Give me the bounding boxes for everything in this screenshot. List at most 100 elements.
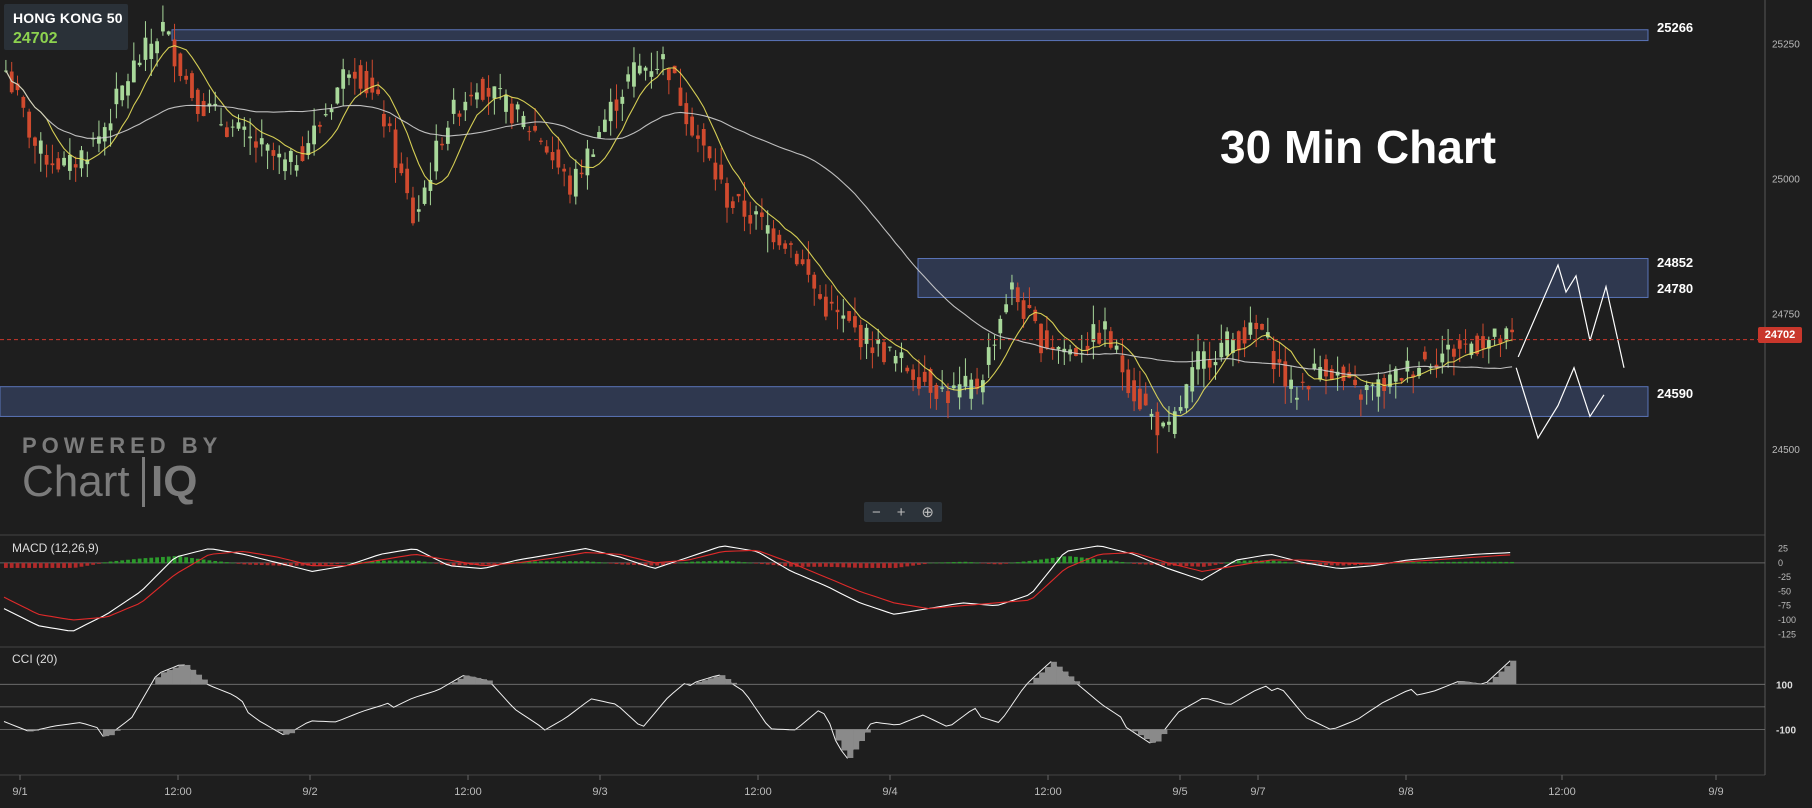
candle-body xyxy=(492,86,497,99)
candle-body xyxy=(1364,385,1369,391)
macd-histogram-bar xyxy=(341,562,346,564)
macd-histogram-bar xyxy=(696,561,700,564)
macd-histogram-bar xyxy=(1126,562,1131,564)
x-tick-label: 12:00 xyxy=(1034,786,1062,798)
macd-histogram-bar xyxy=(986,562,991,564)
macd-histogram-bar xyxy=(928,562,933,564)
candle-body xyxy=(288,150,293,162)
macd-histogram-bar xyxy=(1504,561,1509,564)
cci-fill-oversold xyxy=(1132,729,1139,732)
macd-histogram-bar xyxy=(887,562,892,568)
candle-body xyxy=(678,87,683,106)
candle-body xyxy=(1440,353,1445,363)
zoom-reset-button[interactable]: ⊕ xyxy=(921,503,934,521)
macd-histogram-bar xyxy=(143,558,148,564)
zoom-in-button[interactable]: + xyxy=(897,504,906,521)
sr-zone-1 xyxy=(917,258,1649,298)
cci-fill-overbought xyxy=(184,664,191,685)
candle-body xyxy=(585,148,590,176)
candle-body xyxy=(998,318,1003,334)
cci-fill-overbought xyxy=(1463,681,1470,685)
macd-histogram-bar xyxy=(1417,562,1421,564)
candle-body xyxy=(1178,407,1183,411)
zoom-out-button[interactable]: − xyxy=(872,504,881,521)
x-tick-label: 9/5 xyxy=(1172,786,1187,798)
candle-body xyxy=(382,113,386,127)
candle-body xyxy=(143,37,148,60)
macd-histogram-bar xyxy=(56,562,61,568)
macd-histogram-bar xyxy=(1242,560,1247,564)
cci-fill-oversold xyxy=(847,729,854,758)
cci-fill-overbought xyxy=(1033,677,1040,685)
x-tick-label: 12:00 xyxy=(164,786,192,798)
candle-body xyxy=(451,99,456,114)
cci-fill-overbought xyxy=(1486,682,1494,685)
x-tick-label: 9/8 xyxy=(1398,786,1413,798)
macd-histogram-bar xyxy=(73,562,78,568)
cci-fill-overbought xyxy=(1492,676,1499,685)
cci-tick-label: -100 xyxy=(1776,725,1796,736)
zoom-controls: − + ⊕ xyxy=(864,502,942,522)
candle-body xyxy=(1463,343,1468,345)
macd-panel-label[interactable]: MACD (12,26,9) xyxy=(12,541,99,555)
candle-body xyxy=(329,108,334,113)
macd-histogram-bar xyxy=(1021,561,1026,564)
macd-histogram-bar xyxy=(393,560,398,564)
macd-histogram-bar xyxy=(1492,561,1497,564)
macd-histogram-bar xyxy=(649,562,654,566)
chart-canvas[interactable]: 25250 25000 24750 24500 25 0 -25 -50 -75 -100 -125… xyxy=(0,0,1812,808)
macd-histogram-bar xyxy=(114,560,119,564)
macd-histogram-bar xyxy=(1324,562,1328,566)
macd-histogram-bar xyxy=(573,561,578,564)
macd-tick-label: -75 xyxy=(1778,601,1791,611)
candle-body xyxy=(521,115,526,128)
candle-body xyxy=(1190,367,1195,392)
macd-histogram-bar xyxy=(701,561,706,564)
macd-histogram-bar xyxy=(44,562,49,568)
cci-fill-overbought xyxy=(469,676,476,685)
macd-histogram-bar xyxy=(335,562,340,565)
macd-histogram-bar xyxy=(329,562,334,565)
cci-fill-oversold xyxy=(544,729,551,731)
candle-body xyxy=(823,296,828,317)
macd-histogram-bar xyxy=(823,562,828,567)
cci-line xyxy=(3,660,1511,759)
candle-body xyxy=(486,87,491,97)
macd-histogram-bar xyxy=(33,562,37,568)
candle-body xyxy=(387,123,392,127)
macd-histogram-bar xyxy=(1050,557,1055,564)
y-tick-label: 24750 xyxy=(1772,310,1800,321)
macd-histogram-bar xyxy=(725,560,729,564)
candle-body xyxy=(201,100,206,117)
macd-histogram-bar xyxy=(568,561,572,564)
candle-body xyxy=(224,127,229,137)
macd-histogram-bar xyxy=(870,562,875,568)
candle-body xyxy=(67,154,72,171)
candle-body xyxy=(137,62,142,66)
candle-body xyxy=(1074,348,1078,356)
macd-histogram-bar xyxy=(201,559,206,564)
macd-histogram-bar xyxy=(137,558,142,564)
candle-body xyxy=(602,119,607,132)
macd-histogram-bar xyxy=(1103,559,1107,564)
macd-histogram-bar xyxy=(1510,561,1514,564)
candle-body xyxy=(509,103,514,124)
candle-body xyxy=(632,62,636,87)
ma-fast-line xyxy=(5,45,1513,417)
macd-histogram-bar xyxy=(27,562,32,568)
candle-body xyxy=(1329,369,1334,381)
macd-histogram-bar xyxy=(719,560,724,564)
cci-fill-overbought xyxy=(1056,666,1063,685)
candle-body xyxy=(940,387,945,389)
macd-histogram-bar xyxy=(626,562,631,565)
candle-body xyxy=(1295,397,1299,400)
macd-histogram-bar xyxy=(864,562,869,568)
candle-body xyxy=(527,131,532,133)
macd-histogram-bar xyxy=(9,562,14,568)
cci-panel-label[interactable]: CCI (20) xyxy=(12,652,57,666)
candle-body xyxy=(893,355,898,364)
macd-histogram-bar xyxy=(806,562,811,567)
macd-histogram-bar xyxy=(1190,562,1195,567)
candle-body xyxy=(1126,369,1131,394)
candle-body xyxy=(1010,282,1014,290)
